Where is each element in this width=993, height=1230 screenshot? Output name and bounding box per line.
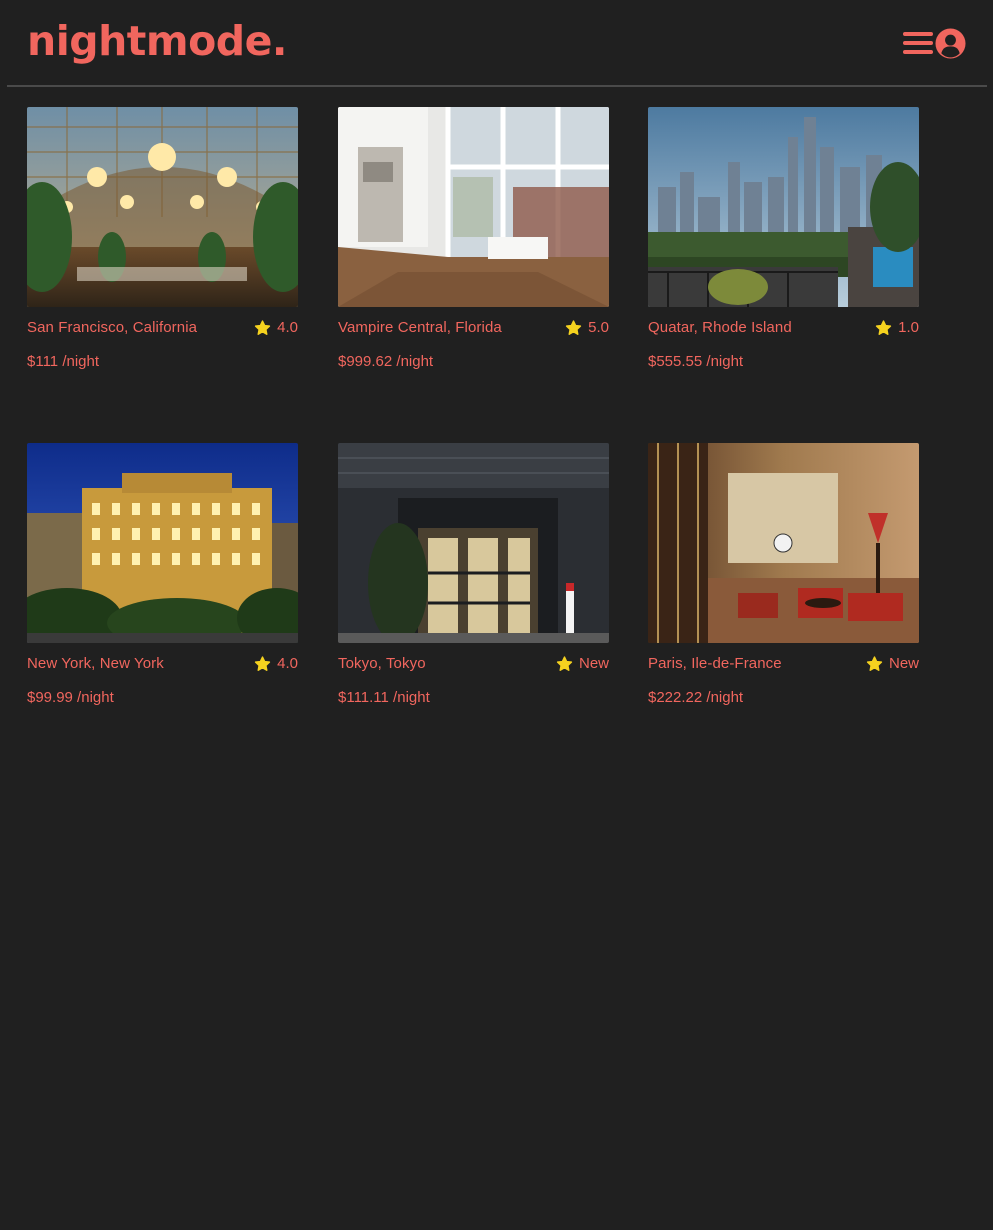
listing-location: New York, New York xyxy=(27,655,164,672)
listing-card[interactable]: Quatar, Rhode Island 1.0 $555.55 /night xyxy=(648,107,919,382)
price-unit: /night xyxy=(388,689,430,706)
listing-card[interactable]: Paris, Ile-de-France New $222.22 /night xyxy=(648,443,919,718)
listing-rating: 5.0 xyxy=(565,318,609,338)
star-icon xyxy=(254,656,271,671)
listing-card[interactable]: Tokyo, Tokyo New $111.11 /night xyxy=(338,443,609,718)
price-unit: /night xyxy=(702,353,744,370)
city-skyline-balcony-view-photo[interactable] xyxy=(648,107,919,307)
listing-rating: 4.0 xyxy=(254,318,298,338)
listing-rating: New xyxy=(866,654,919,674)
listing-price: $222.22 /night xyxy=(648,688,743,708)
price-amount: $555.55 xyxy=(648,353,703,370)
listing-location: Paris, Ile-de-France xyxy=(648,655,782,672)
listing-card[interactable]: Vampire Central, Florida 5.0 $999.62 /ni… xyxy=(338,107,609,382)
rating-value: 4.0 xyxy=(277,655,298,672)
listing-card[interactable]: New York, New York 4.0 $99.99 /night xyxy=(27,443,298,718)
hamburger-menu-icon[interactable] xyxy=(903,30,933,56)
ornate-glass-dome-hotel-lobby-photo[interactable] xyxy=(27,107,298,307)
hotel-majestic-night-facade-photo[interactable] xyxy=(27,443,298,643)
top-nav-bar: nightmode. xyxy=(7,0,987,87)
star-icon xyxy=(556,656,573,671)
price-amount: $111.11 xyxy=(338,689,389,706)
nightmode-logo[interactable]: nightmode. xyxy=(27,14,288,68)
star-icon xyxy=(875,320,892,335)
act-hotel-entrance-night-photo[interactable] xyxy=(338,443,609,643)
listing-price: $99.99 /night xyxy=(27,688,114,708)
price-unit: /night xyxy=(72,689,114,706)
listing-price: $111.11 /night xyxy=(338,688,430,708)
listing-location: San Francisco, California xyxy=(27,319,198,336)
listing-rating: 4.0 xyxy=(254,654,298,674)
user-circle-icon[interactable] xyxy=(935,28,966,59)
price-amount: $222.22 xyxy=(648,689,703,706)
star-icon xyxy=(254,320,271,335)
listing-price: $999.62 /night xyxy=(338,352,433,372)
rating-value: 1.0 xyxy=(898,319,919,336)
listing-location: Vampire Central, Florida xyxy=(338,319,502,336)
rating-value: 4.0 xyxy=(277,319,298,336)
price-unit: /night xyxy=(702,689,744,706)
star-icon xyxy=(866,656,883,671)
listing-card[interactable]: San Francisco, California 4.0 $111 /nigh… xyxy=(27,107,298,382)
listing-price: $111 /night xyxy=(27,352,99,372)
listing-location: Quatar, Rhode Island xyxy=(648,319,792,336)
rating-value: 5.0 xyxy=(588,319,609,336)
price-unit: /night xyxy=(392,353,434,370)
rating-value: New xyxy=(888,655,919,672)
listing-rating: New xyxy=(556,654,609,674)
listing-price: $555.55 /night xyxy=(648,352,743,372)
price-amount: $111 xyxy=(27,353,59,370)
listing-location: Tokyo, Tokyo xyxy=(338,655,426,672)
nav-icons xyxy=(903,27,967,61)
rating-value: New xyxy=(578,655,609,672)
art-deco-hotel-lobby-photo[interactable] xyxy=(648,443,919,643)
price-amount: $99.99 xyxy=(27,689,73,706)
price-unit: /night xyxy=(58,353,100,370)
star-icon xyxy=(565,320,582,335)
price-amount: $999.62 xyxy=(338,353,393,370)
white-loft-apartment-interior-photo[interactable] xyxy=(338,107,609,307)
listing-rating: 1.0 xyxy=(875,318,919,338)
